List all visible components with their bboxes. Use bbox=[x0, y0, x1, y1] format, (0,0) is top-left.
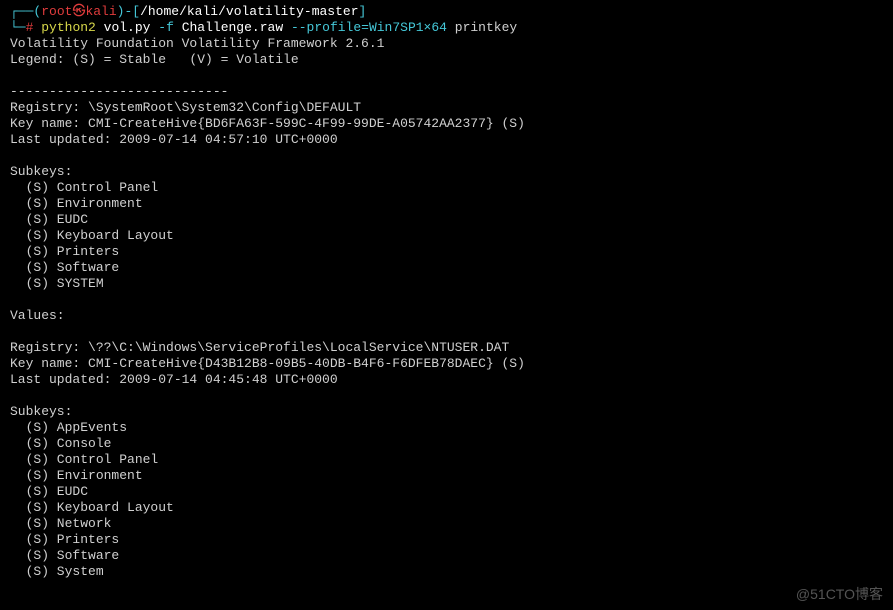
output-lastupdated-2: Last updated: 2009-07-14 04:45:48 UTC+00… bbox=[10, 372, 883, 388]
output-separator: ---------------------------- bbox=[10, 84, 883, 100]
subkey-item: (S) Software bbox=[10, 260, 883, 276]
output-blank bbox=[10, 148, 883, 164]
subkey-item: (S) Network bbox=[10, 516, 883, 532]
output-values-header: Values: bbox=[10, 308, 883, 324]
subkey-item: (S) Printers bbox=[10, 244, 883, 260]
subkey-item: (S) Software bbox=[10, 548, 883, 564]
prompt-symbol: ㉿ bbox=[72, 4, 85, 19]
output-blank bbox=[10, 388, 883, 404]
subkey-item: (S) Control Panel bbox=[10, 452, 883, 468]
output-subkeys-header: Subkeys: bbox=[10, 164, 883, 180]
watermark: @51CTO博客 bbox=[796, 586, 883, 602]
subkey-item: (S) EUDC bbox=[10, 212, 883, 228]
cmd-interpreter: python2 bbox=[41, 20, 96, 35]
prompt-line-2[interactable]: └─# python2 vol.py -f Challenge.raw --pr… bbox=[10, 20, 883, 36]
output-registry-1: Registry: \SystemRoot\System32\Config\DE… bbox=[10, 100, 883, 116]
subkey-item: (S) Control Panel bbox=[10, 180, 883, 196]
subkey-item: (S) Environment bbox=[10, 196, 883, 212]
output-blank bbox=[10, 292, 883, 308]
subkey-item: (S) Keyboard Layout bbox=[10, 228, 883, 244]
subkey-item: (S) AppEvents bbox=[10, 420, 883, 436]
output-legend: Legend: (S) = Stable (V) = Volatile bbox=[10, 52, 883, 68]
output-keyname-1: Key name: CMI-CreateHive{BD6FA63F-599C-4… bbox=[10, 116, 883, 132]
subkey-item: (S) System bbox=[10, 564, 883, 580]
cmd-plugin: printkey bbox=[455, 20, 517, 35]
subkey-item: (S) EUDC bbox=[10, 484, 883, 500]
cmd-script: vol.py bbox=[104, 20, 151, 35]
cmd-profile-flag: --profile=Win7SP1×64 bbox=[291, 20, 447, 35]
output-keyname-2: Key name: CMI-CreateHive{D43B12B8-09B5-4… bbox=[10, 356, 883, 372]
subkey-item: (S) Keyboard Layout bbox=[10, 500, 883, 516]
output-banner: Volatility Foundation Volatility Framewo… bbox=[10, 36, 883, 52]
output-registry-2: Registry: \??\C:\Windows\ServiceProfiles… bbox=[10, 340, 883, 356]
subkey-item: (S) Environment bbox=[10, 468, 883, 484]
output-lastupdated-1: Last updated: 2009-07-14 04:57:10 UTC+00… bbox=[10, 132, 883, 148]
subkey-item: (S) Console bbox=[10, 436, 883, 452]
prompt-decor: └─ bbox=[10, 20, 26, 35]
prompt-decor: ] bbox=[359, 4, 367, 19]
cmd-flag-f: -f bbox=[158, 20, 174, 35]
prompt-host: kali bbox=[85, 4, 116, 19]
output-subkeys-header: Subkeys: bbox=[10, 404, 883, 420]
prompt-line-1: ┌──(root㉿kali)-[/home/kali/volatility-ma… bbox=[10, 4, 883, 20]
subkey-item: (S) Printers bbox=[10, 532, 883, 548]
prompt-cwd: /home/kali/volatility-master bbox=[140, 4, 358, 19]
prompt-decor: )-[ bbox=[117, 4, 140, 19]
output-blank bbox=[10, 324, 883, 340]
subkey-item: (S) SYSTEM bbox=[10, 276, 883, 292]
output-blank bbox=[10, 68, 883, 84]
prompt-decor: ┌──( bbox=[10, 4, 41, 19]
cmd-arg-file: Challenge.raw bbox=[182, 20, 283, 35]
prompt-user: root bbox=[41, 4, 72, 19]
